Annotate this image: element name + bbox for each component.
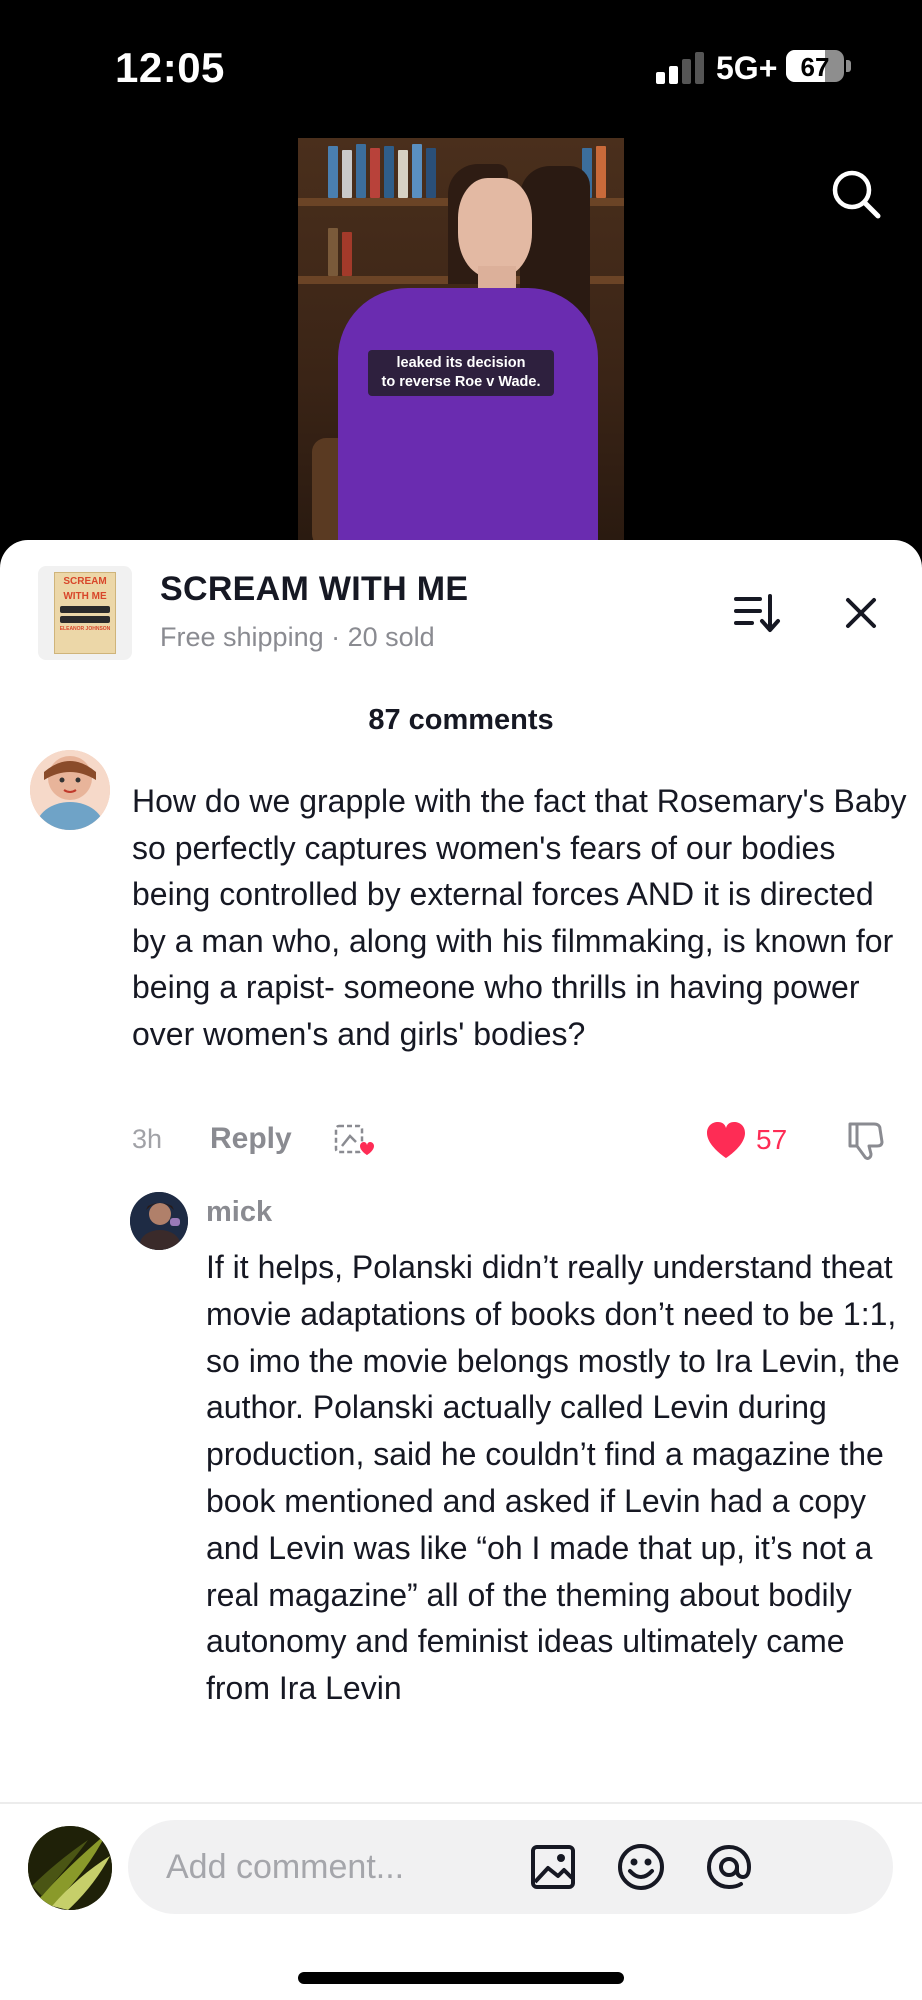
face xyxy=(458,178,532,278)
video-caption: leaked its decision to reverse Roe v Wad… xyxy=(368,350,554,396)
network-type: 5G+ xyxy=(716,50,778,86)
avatar[interactable] xyxy=(30,750,110,830)
search-button[interactable] xyxy=(828,166,884,222)
status-bar: 12:05 5G+ 67 xyxy=(0,0,922,130)
book xyxy=(412,144,422,198)
product-subtitle: Free shipping · 20 sold xyxy=(160,622,435,652)
comment-composer[interactable] xyxy=(128,1820,893,1914)
book xyxy=(342,232,352,276)
caption-line: to reverse Roe v Wade. xyxy=(381,374,541,390)
reply-username[interactable]: mick xyxy=(206,1196,272,1229)
status-time: 12:05 xyxy=(115,44,225,91)
book xyxy=(426,148,436,198)
book-cover: SCREAM WITH ME ELEANOR JOHNSON xyxy=(54,572,116,654)
book xyxy=(356,144,366,198)
image-button[interactable] xyxy=(528,1842,578,1892)
like-button[interactable] xyxy=(704,1120,748,1160)
product-title[interactable]: SCREAM WITH ME xyxy=(160,570,468,609)
reply-button[interactable]: Reply xyxy=(210,1122,292,1156)
battery-icon: 67 xyxy=(786,50,844,82)
cover-art xyxy=(60,616,110,623)
comment-count: 87 comments xyxy=(368,704,554,736)
avatar[interactable] xyxy=(28,1826,112,1910)
book xyxy=(370,148,380,198)
emoji-button[interactable] xyxy=(616,1842,666,1892)
at-icon xyxy=(706,1844,752,1890)
avatar[interactable] xyxy=(130,1192,188,1250)
close-icon xyxy=(846,598,876,628)
book xyxy=(596,146,606,198)
video-preview[interactable]: leaked its decision to reverse Roe v Wad… xyxy=(298,138,624,540)
gift-icon xyxy=(334,1124,374,1155)
tiktok-comments-screen: 12:05 5G+ 67 leaked its decision to reve… xyxy=(0,0,922,2000)
emoji-icon xyxy=(618,1844,664,1890)
comments-sheet: SCREAM WITH ME ELEANOR JOHNSON SCREAM WI… xyxy=(0,540,922,2000)
sort-icon xyxy=(734,594,780,632)
search-icon xyxy=(832,170,881,219)
mention-button[interactable] xyxy=(704,1842,754,1892)
book xyxy=(398,150,408,198)
sort-button[interactable] xyxy=(730,588,782,638)
book xyxy=(328,228,338,276)
home-indicator[interactable] xyxy=(298,1972,624,1984)
cover-title: SCREAM xyxy=(63,576,107,587)
reply-text: If it helps, Polanski didn’t really unde… xyxy=(206,1249,900,1707)
dislike-button[interactable] xyxy=(844,1118,888,1162)
comment-text: How do we grapple with the fact that Ros… xyxy=(132,783,907,1052)
avatar-illustration xyxy=(30,750,110,830)
signal-strength-icon xyxy=(656,52,704,84)
divider xyxy=(0,1802,922,1804)
like-count: 57 xyxy=(756,1124,788,1155)
comment-actions: 3h Reply 57 xyxy=(132,1114,892,1164)
thumbs-down-icon xyxy=(848,1122,884,1160)
book xyxy=(342,150,352,198)
comment-time: 3h xyxy=(132,1124,163,1154)
avatar-photo xyxy=(130,1192,188,1250)
purple-dress xyxy=(338,288,598,540)
battery-tip xyxy=(846,60,851,72)
cover-author: ELEANOR JOHNSON xyxy=(59,626,111,632)
heart-icon xyxy=(707,1122,745,1158)
avatar-photo xyxy=(28,1826,112,1910)
cover-art xyxy=(60,606,110,613)
battery-percent: 67 xyxy=(800,52,830,82)
image-icon xyxy=(531,1845,575,1889)
book xyxy=(384,146,394,198)
book xyxy=(328,146,338,198)
caption-line: leaked its decision xyxy=(396,355,526,371)
cover-title: WITH ME xyxy=(63,591,107,602)
product-thumbnail[interactable]: SCREAM WITH ME ELEANOR JOHNSON xyxy=(38,566,132,660)
close-button[interactable] xyxy=(836,588,886,638)
gift-button[interactable] xyxy=(332,1120,376,1160)
